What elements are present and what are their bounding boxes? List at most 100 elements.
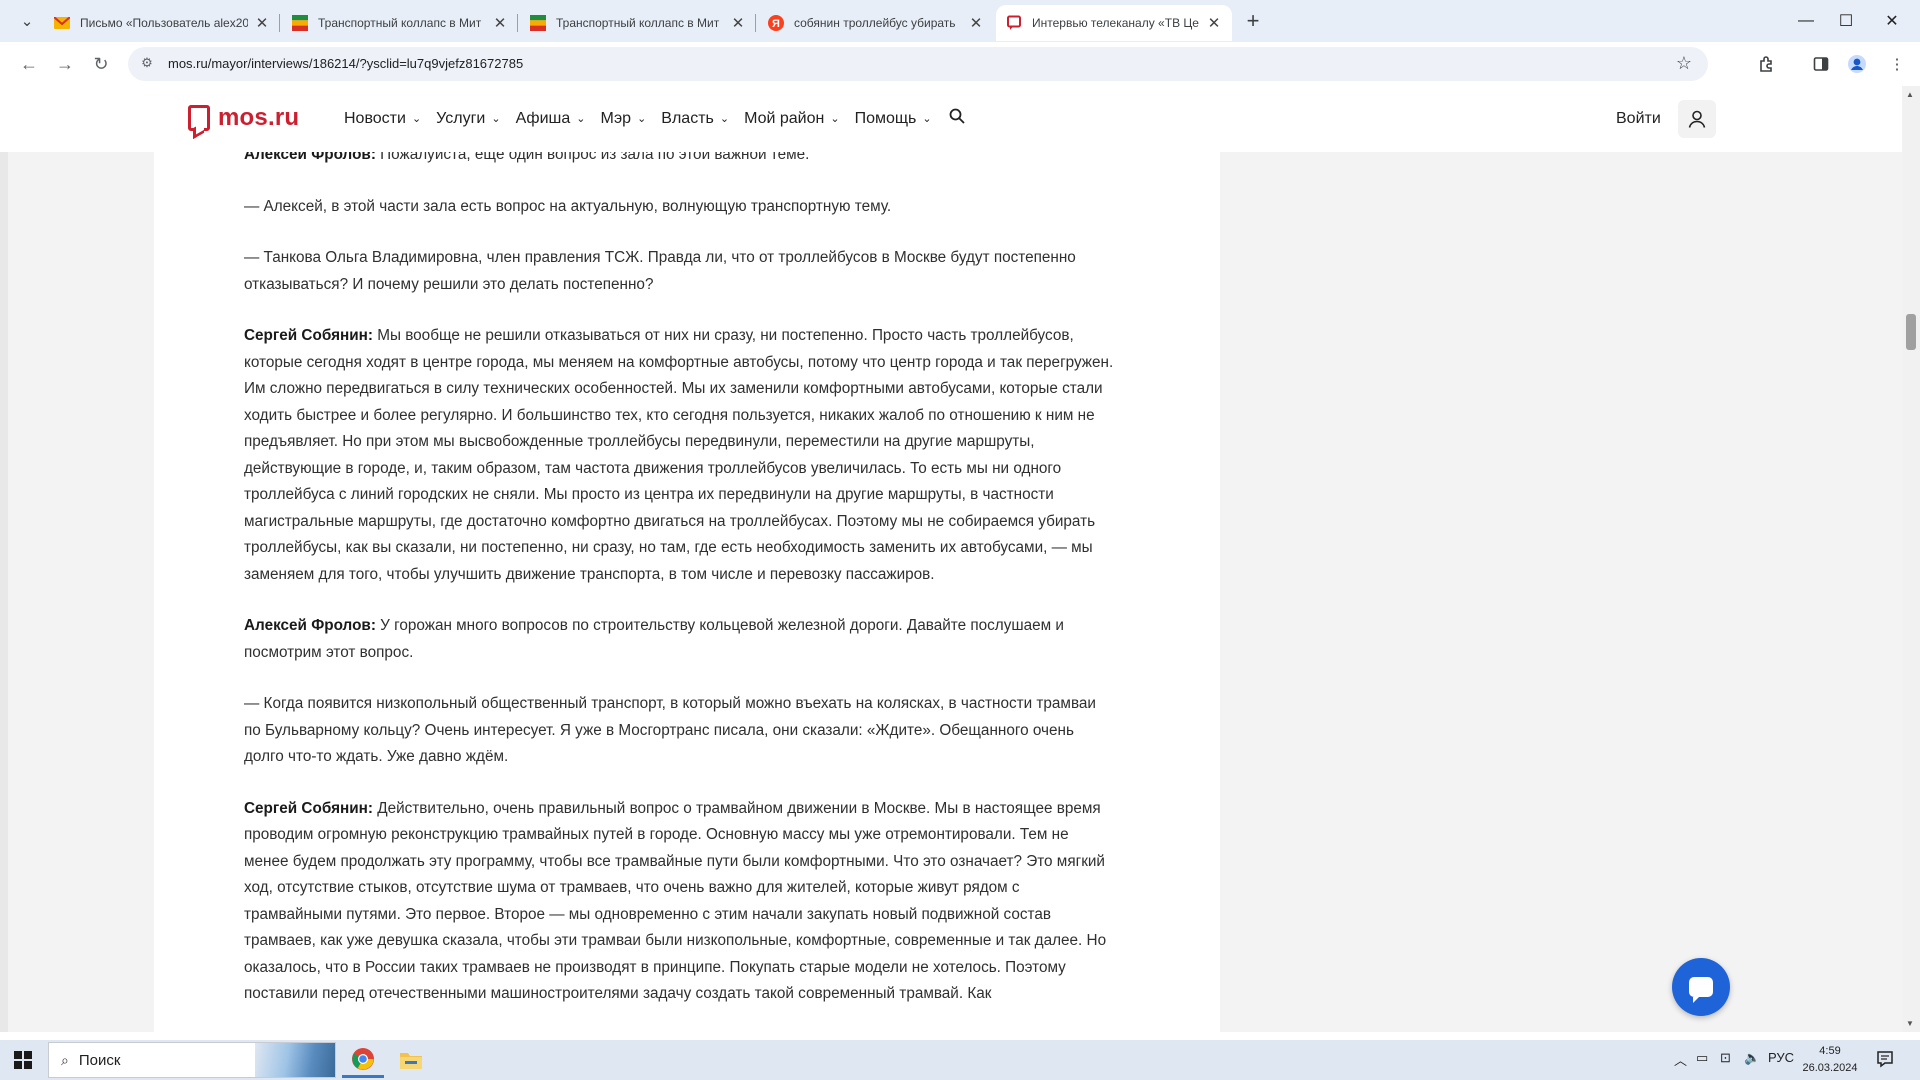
site-info-icon[interactable]: ⚙ [138, 55, 156, 73]
article-paragraph: — Алексей, в этой части зала есть вопрос… [244, 194, 1114, 221]
nav-item[interactable]: Помощь ⌄ [855, 108, 932, 129]
window-edge [0, 152, 8, 1032]
logo-text: mos.ru [218, 104, 300, 131]
article-paragraph: Сергей Собянин: Мы вообще не решили отка… [244, 323, 1114, 588]
chevron-down-icon: ⌄ [411, 113, 422, 125]
tab-separator [517, 14, 518, 32]
taskbar-clock[interactable]: 4:59 26.03.2024 [1800, 1043, 1860, 1077]
close-tab-icon[interactable]: ✕ [730, 14, 746, 32]
side-panel-icon[interactable] [1808, 51, 1834, 77]
nav-item-label: Помощь [854, 109, 917, 127]
address-bar[interactable]: ⚙ mos.ru/mayor/interviews/186214/?ysclid… [128, 47, 1708, 81]
tray-chevron-icon[interactable]: ︿ [1674, 1050, 1687, 1069]
site-header: mos.ru Новости ⌄ Услуги ⌄ Афиша ⌄ Мэр ⌄ Власть ⌄ М… [0, 86, 1902, 153]
chat-bubble-icon [1689, 977, 1713, 1003]
taskbar-search[interactable]: ⌕ Поиск [48, 1042, 336, 1078]
chevron-down-icon: ⌄ [719, 113, 730, 125]
bookmark-star-icon[interactable]: ☆ [1676, 53, 1692, 74]
forward-icon[interactable]: → [52, 51, 78, 77]
scrollbar-thumb[interactable] [1906, 314, 1916, 350]
tab-separator [755, 14, 756, 32]
browser-tab-active[interactable]: Интервью телеканалу «ТВ Це ✕ [996, 5, 1232, 41]
windows-start-icon[interactable] [6, 1046, 40, 1074]
nav-item-label: Мой район [744, 109, 825, 127]
browser-tab[interactable]: Транспортный коллапс в Мит ✕ [520, 5, 756, 41]
mos-logo-icon [188, 105, 210, 131]
paragraph-text: — Когда появится низкопольный общественн… [244, 695, 1096, 765]
nav-item-label: Услуги [436, 109, 486, 127]
nav-item-label: Мэр [600, 109, 632, 127]
article-paragraph: Сергей Собянин: Действительно, очень пра… [244, 796, 1114, 1008]
nav-item[interactable]: Власть ⌄ [661, 108, 729, 129]
site-flag-icon [530, 15, 546, 31]
mos-icon [1006, 15, 1022, 31]
tab-separator [279, 14, 280, 32]
extensions-icon[interactable] [1754, 51, 1780, 77]
browser-tab[interactable]: Письмо «Пользователь alex20 ✕ [44, 5, 280, 41]
nav-item-label: Новости [344, 109, 406, 127]
page-scrollbar[interactable]: ▲ ▼ [1902, 86, 1920, 1032]
chevron-down-icon: ⌄ [922, 113, 932, 125]
user-icon[interactable] [1678, 100, 1716, 138]
close-tab-icon[interactable]: ✕ [968, 14, 984, 32]
nav-item[interactable]: Услуги ⌄ [436, 108, 500, 129]
meet-now-icon[interactable]: ▭ [1696, 1050, 1708, 1066]
speaker-name: Сергей Собянин: [244, 799, 373, 817]
site-search-icon[interactable] [949, 108, 965, 129]
tab-title: Письмо «Пользователь alex20 [80, 16, 248, 30]
tab-title: собянин троллейбус убирать [794, 16, 956, 30]
close-tab-icon[interactable]: ✕ [1206, 14, 1222, 32]
nav-item[interactable]: Афиша ⌄ [516, 108, 586, 129]
url-text[interactable]: mos.ru/mayor/interviews/186214/?ysclid=l… [168, 56, 523, 71]
nav-item[interactable]: Мой район ⌄ [744, 108, 839, 129]
main-nav: Новости ⌄ Услуги ⌄ Афиша ⌄ Мэр ⌄ Власть ⌄ Мой райо… [344, 108, 965, 129]
search-highlight-image [255, 1043, 335, 1077]
speaker-name: Сергей Собянин: [244, 327, 373, 344]
back-icon[interactable]: ← [16, 51, 42, 77]
speaker-name: Алексей Фролов: [244, 617, 376, 634]
tab-search-icon[interactable]: ⌄ [14, 8, 40, 34]
mail-icon [54, 15, 70, 31]
article-paragraph: — Когда появится низкопольный общественн… [244, 691, 1114, 771]
chevron-down-icon: ⌄ [637, 113, 647, 125]
network-icon[interactable]: ⊡ [1720, 1050, 1731, 1066]
tab-title: Транспортный коллапс в Мит [318, 16, 482, 30]
search-icon: ⌕ [61, 1051, 69, 1068]
article-container: Алексей Фролов: Пожалуйста, ещё один воп… [154, 152, 1220, 1032]
close-tab-icon[interactable]: ✕ [254, 14, 270, 32]
new-tab-button[interactable]: + [1241, 9, 1265, 33]
site-flag-icon [292, 15, 308, 31]
paragraph-text: — Танкова Ольга Владимировна, член правл… [244, 249, 1076, 293]
browser-menu-icon[interactable]: ⋮ [1884, 51, 1910, 77]
scroll-down-icon[interactable]: ▼ [1906, 1019, 1914, 1028]
volume-icon[interactable]: 🔈 [1744, 1050, 1760, 1066]
notifications-icon[interactable] [1876, 1050, 1896, 1070]
browser-tab[interactable]: Ясобянин троллейбус убирать ✕ [758, 5, 994, 41]
article-paragraph: Алексей Фролов: Пожалуйста, ещё один воп… [244, 152, 1114, 169]
nav-item[interactable]: Мэр ⌄ [600, 108, 646, 129]
scroll-up-icon[interactable]: ▲ [1906, 90, 1914, 99]
browser-tab[interactable]: Транспортный коллапс в Мит ✕ [282, 5, 518, 41]
chat-button[interactable] [1672, 958, 1730, 1016]
yandex-icon: Я [768, 15, 784, 31]
browser-tab-strip: ⌄ Письмо «Пользователь alex20 ✕ Транспортн… [0, 0, 1920, 42]
windows-taskbar: ⌕ Поиск ︿ ▭ ⊡ 🔈 РУС 4:59 26.03.2024 [0, 1040, 1920, 1080]
language-indicator[interactable]: РУС [1768, 1050, 1794, 1065]
reload-icon[interactable]: ↻ [88, 51, 114, 77]
close-window-button[interactable]: ✕ [1864, 0, 1920, 42]
nav-item[interactable]: Новости ⌄ [344, 108, 421, 129]
speaker-name: Алексей Фролов: [244, 152, 376, 163]
chevron-down-icon: ⌄ [576, 113, 586, 125]
paragraph-text: Мы вообще не решили отказываться от них … [244, 327, 1114, 583]
chrome-taskbar-icon[interactable] [342, 1042, 384, 1078]
chevron-down-icon: ⌄ [491, 113, 501, 125]
profile-icon[interactable] [1844, 51, 1870, 77]
browser-toolbar: ← → ↻ ⚙ mos.ru/mayor/interviews/186214/?… [0, 42, 1920, 87]
paragraph-text: Пожалуйста, ещё один вопрос из зала по э… [375, 152, 810, 163]
tab-title: Интервью телеканалу «ТВ Це [1032, 16, 1199, 30]
close-tab-icon[interactable]: ✕ [492, 14, 508, 32]
chevron-down-icon: ⌄ [830, 113, 840, 125]
mos-logo[interactable]: mos.ru [188, 104, 299, 132]
login-link[interactable]: Войти [1616, 110, 1661, 128]
file-explorer-icon[interactable] [390, 1042, 432, 1078]
